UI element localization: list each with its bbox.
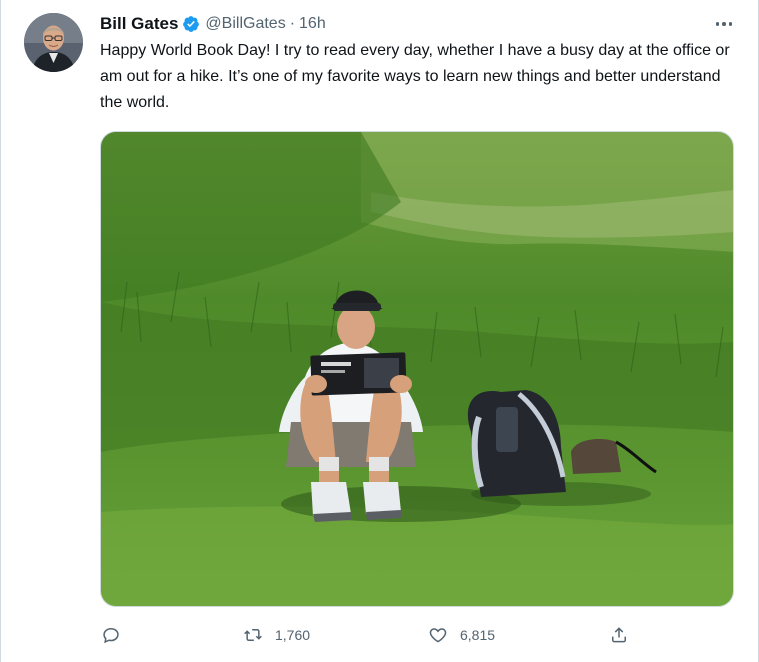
tweet-header: Bill Gates @BillGates · 16h bbox=[100, 12, 326, 36]
more-options-icon[interactable] bbox=[711, 14, 737, 34]
retweet-icon bbox=[244, 629, 262, 641]
author-handle[interactable]: @BillGates bbox=[205, 15, 285, 33]
tweet-actions: 1,760 6,815 bbox=[0, 621, 759, 649]
photo-man-reading-in-grass bbox=[101, 132, 733, 606]
like-count: 6,815 bbox=[460, 627, 496, 643]
share-button[interactable] bbox=[609, 621, 629, 649]
like-button[interactable]: 6,815 bbox=[428, 621, 495, 649]
separator-dot: · bbox=[289, 15, 296, 32]
reply-icon bbox=[103, 627, 119, 644]
verified-badge-icon bbox=[182, 15, 200, 33]
tweet-photo[interactable] bbox=[100, 131, 734, 607]
reply-button[interactable] bbox=[101, 621, 133, 649]
avatar[interactable] bbox=[24, 13, 83, 72]
heart-icon bbox=[429, 628, 447, 643]
share-icon bbox=[612, 627, 626, 643]
avatar-image bbox=[24, 13, 83, 72]
retweet-button[interactable]: 1,760 bbox=[243, 621, 310, 649]
tweet: Bill Gates @BillGates · 16h Happy World … bbox=[0, 0, 759, 662]
retweet-count: 1,760 bbox=[275, 627, 311, 643]
tweet-timestamp[interactable]: 16h bbox=[299, 15, 326, 33]
author-name[interactable]: Bill Gates bbox=[100, 14, 178, 34]
tweet-text: Happy World Book Day! I try to read ever… bbox=[100, 42, 730, 111]
